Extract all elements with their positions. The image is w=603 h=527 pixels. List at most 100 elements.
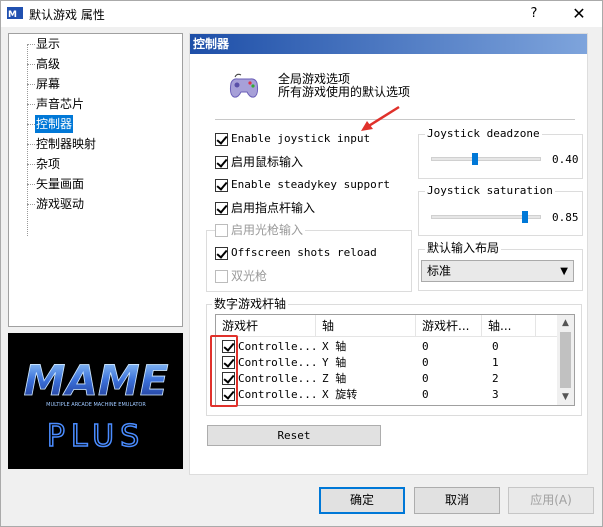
axes-list-scrollbar[interactable]: ▲ ▼ bbox=[557, 315, 574, 405]
annotation-highlight-box bbox=[210, 335, 238, 407]
column-header-joystick[interactable]: 游戏杆 bbox=[216, 315, 316, 337]
tree-item-sound[interactable]: 声音芯片 bbox=[35, 95, 85, 113]
tree-item-drivers[interactable]: 游戏驱动 bbox=[35, 195, 85, 213]
checkbox-box[interactable] bbox=[215, 246, 228, 260]
tree-connector bbox=[27, 164, 35, 165]
options-tree: 显示 高级 屏幕 声音芯片 控制器 控制器映射 杂项 矢量画面 游戏驱动 bbox=[8, 33, 183, 327]
checkbox-box[interactable] bbox=[215, 223, 228, 237]
axes-list-header: 游戏杆 轴 游戏杆... 轴... bbox=[216, 315, 558, 337]
checkbox-label: 启用光枪输入 bbox=[231, 223, 304, 237]
tree-connector bbox=[27, 44, 28, 236]
svg-text:M: M bbox=[8, 10, 17, 20]
svg-text:PLUS: PLUS bbox=[47, 419, 145, 454]
tree-item-display[interactable]: 显示 bbox=[35, 35, 61, 53]
deadzone-value: 0.40 bbox=[552, 153, 579, 166]
input-layout-selected: 标准 bbox=[427, 264, 452, 278]
checkbox-box[interactable] bbox=[215, 155, 228, 169]
cell-joystick-num: 0 bbox=[422, 356, 429, 369]
column-header-axis[interactable]: 轴 bbox=[316, 315, 416, 337]
description-title: 全局游戏选项 bbox=[278, 72, 351, 86]
close-button[interactable]: ✕ bbox=[557, 1, 601, 27]
table-row[interactable]: Controlle... X 旋转 0 3 bbox=[216, 387, 558, 403]
digital-axes-title: 数字游戏杆轴 bbox=[212, 297, 289, 311]
table-row[interactable]: Controlle... Z 轴 0 2 bbox=[216, 371, 558, 387]
tree-connector bbox=[27, 144, 35, 145]
checkbox-label: Offscreen shots reload bbox=[231, 246, 377, 259]
tree-item-controllers[interactable]: 控制器 bbox=[35, 115, 74, 133]
offscreen-reload-checkbox[interactable]: Offscreen shots reload bbox=[215, 245, 377, 261]
svg-text:MAME: MAME bbox=[24, 356, 169, 405]
svg-text:MULTIPLE ARCADE MACHINE EMULAT: MULTIPLE ARCADE MACHINE EMULATOR bbox=[46, 402, 146, 408]
enable-steadykey-checkbox[interactable]: Enable steadykey support bbox=[215, 177, 390, 193]
tree-connector bbox=[27, 204, 35, 205]
cell-joystick-num: 0 bbox=[422, 372, 429, 385]
cell-joystick: Controlle... bbox=[238, 356, 318, 369]
scroll-up-icon[interactable]: ▲ bbox=[557, 315, 574, 331]
cell-axis-num: 3 bbox=[492, 388, 499, 401]
checkbox-label: 双光枪 bbox=[231, 269, 268, 283]
tree-item-advanced[interactable]: 高级 bbox=[35, 55, 61, 73]
tree-item-vector[interactable]: 矢量画面 bbox=[35, 175, 85, 193]
tree-connector bbox=[27, 84, 35, 85]
checkbox-label: 启用指点杆输入 bbox=[231, 201, 316, 215]
cell-axis-num: 2 bbox=[492, 372, 499, 385]
cell-joystick: Controlle... bbox=[238, 388, 318, 401]
enable-lightgun-checkbox[interactable]: 启用光枪输入 bbox=[215, 222, 306, 238]
column-header-joystick-num[interactable]: 游戏杆... bbox=[416, 315, 482, 337]
cell-joystick: Controlle... bbox=[238, 340, 318, 353]
tree-connector bbox=[27, 184, 35, 185]
properties-window: M 默认游戏 属性 ? ✕ 显示 高级 屏幕 声音芯片 控制器 控制器映射 杂项… bbox=[0, 0, 603, 527]
table-row[interactable]: Controlle... X 轴 0 0 bbox=[216, 339, 558, 355]
tree-item-controller-mapping[interactable]: 控制器映射 bbox=[35, 135, 97, 153]
enable-joystick-checkbox[interactable]: Enable joystick input bbox=[215, 131, 370, 147]
help-button[interactable]: ? bbox=[521, 2, 547, 26]
ok-button[interactable]: 确定 bbox=[319, 487, 405, 514]
cell-axis: X 轴 bbox=[322, 340, 347, 353]
table-row[interactable]: Controlle... Y 轴 0 1 bbox=[216, 355, 558, 371]
saturation-slider-thumb[interactable] bbox=[521, 211, 528, 223]
mame-plus-logo: MAME MULTIPLE ARCADE MACHINE EMULATOR PL… bbox=[8, 333, 183, 469]
cell-axis: Z 轴 bbox=[322, 372, 347, 385]
saturation-value: 0.85 bbox=[552, 211, 579, 224]
tree-connector bbox=[27, 64, 35, 65]
cell-axis-num: 1 bbox=[492, 356, 499, 369]
checkbox-label: 启用鼠标输入 bbox=[231, 155, 304, 169]
annotation-arrow bbox=[361, 105, 400, 131]
reset-button[interactable]: Reset bbox=[207, 425, 381, 446]
column-header-axis-num[interactable]: 轴... bbox=[482, 315, 536, 337]
cell-joystick: Controlle... bbox=[238, 372, 318, 385]
axes-list[interactable]: 游戏杆 轴 游戏杆... 轴... Controlle... X 轴 0 0 C… bbox=[215, 314, 575, 406]
input-layout-select[interactable]: 标准 ▼ bbox=[421, 260, 574, 282]
tree-item-screen[interactable]: 屏幕 bbox=[35, 75, 61, 93]
checkbox-box[interactable] bbox=[215, 201, 228, 215]
checkbox-box[interactable] bbox=[215, 132, 228, 146]
deadzone-slider-track[interactable] bbox=[431, 157, 541, 161]
dual-lightgun-checkbox[interactable]: 双光枪 bbox=[215, 268, 267, 284]
chevron-down-icon[interactable]: ▼ bbox=[560, 262, 568, 282]
deadzone-slider-thumb[interactable] bbox=[472, 153, 478, 165]
tree-connector bbox=[27, 124, 35, 125]
tree-item-misc[interactable]: 杂项 bbox=[35, 155, 61, 173]
cell-axis: Y 轴 bbox=[322, 356, 347, 369]
gamepad-icon bbox=[229, 73, 259, 98]
saturation-title: Joystick saturation bbox=[425, 184, 555, 198]
tree-connector bbox=[27, 104, 35, 105]
scroll-down-icon[interactable]: ▼ bbox=[557, 389, 574, 405]
cell-joystick-num: 0 bbox=[422, 388, 429, 401]
window-title: 默认游戏 属性 bbox=[29, 8, 105, 22]
scrollbar-thumb[interactable] bbox=[560, 332, 571, 388]
checkbox-box[interactable] bbox=[215, 178, 228, 192]
checkbox-label: Enable steadykey support bbox=[231, 178, 390, 191]
checkbox-box[interactable] bbox=[215, 269, 228, 283]
enable-pointing-stick-checkbox[interactable]: 启用指点杆输入 bbox=[215, 200, 315, 216]
enable-mouse-checkbox[interactable]: 启用鼠标输入 bbox=[215, 154, 303, 170]
mame-app-icon: M bbox=[7, 7, 23, 20]
tree-connector bbox=[27, 44, 35, 45]
cell-axis-num: 0 bbox=[492, 340, 499, 353]
apply-button[interactable]: 应用(A) bbox=[508, 487, 594, 514]
input-layout-title: 默认输入布局 bbox=[425, 241, 502, 255]
panel-header: 控制器 bbox=[190, 34, 587, 54]
cancel-button[interactable]: 取消 bbox=[414, 487, 500, 514]
title-bar: M 默认游戏 属性 ? ✕ bbox=[1, 1, 602, 27]
description-subtitle: 所有游戏使用的默认选项 bbox=[278, 85, 411, 99]
